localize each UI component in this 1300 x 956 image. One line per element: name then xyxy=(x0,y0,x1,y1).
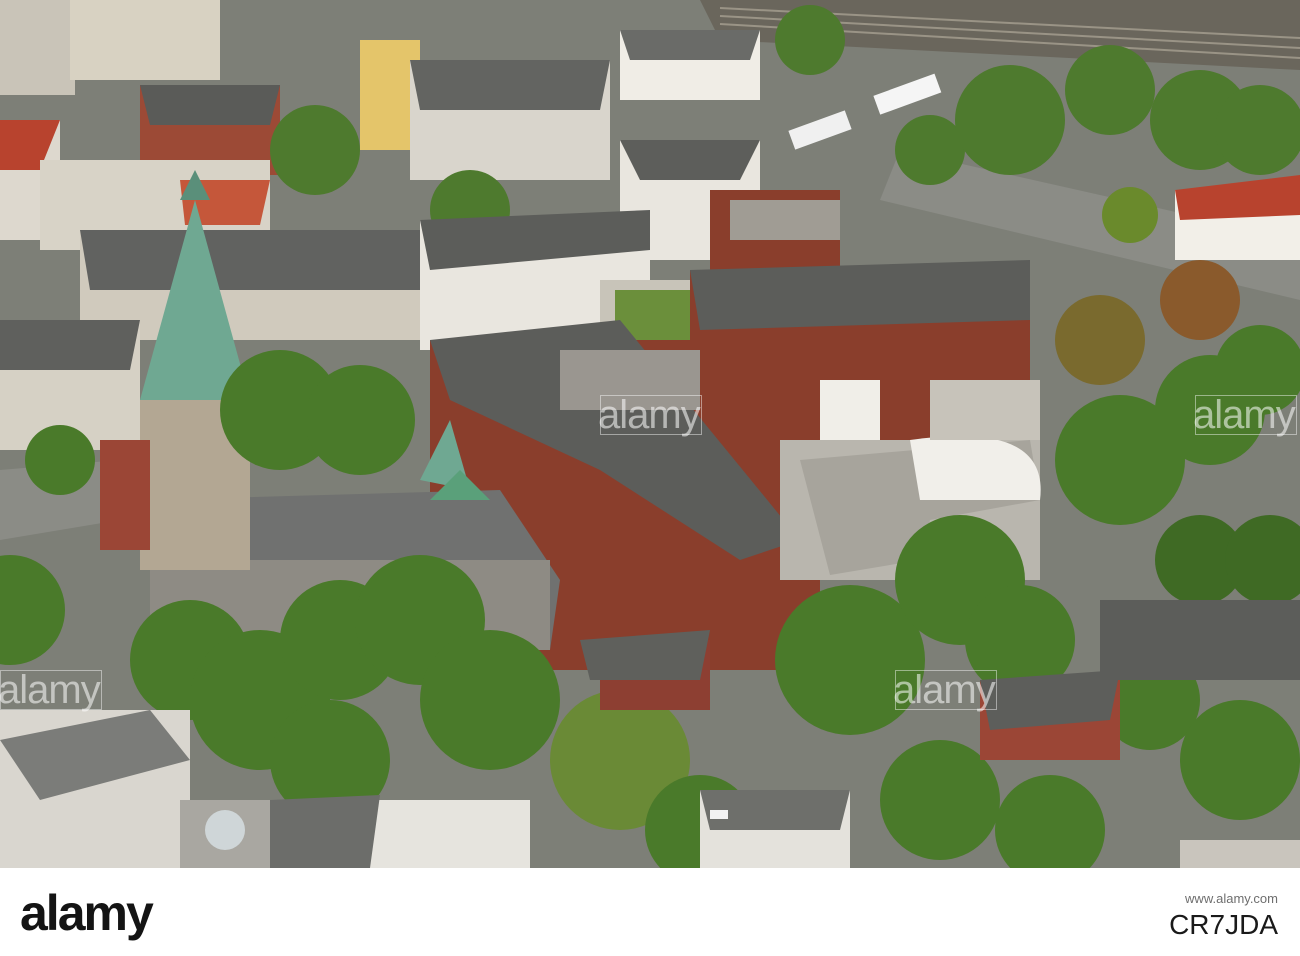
watermark-text: alamy xyxy=(598,393,701,437)
aerial-photo: alamy alamy alamy alamy xyxy=(0,0,1300,868)
watermark-text: alamy xyxy=(0,668,101,712)
stock-photo-page: alamy alamy alamy alamy alamy www.alamy.… xyxy=(0,0,1300,956)
watermark-text: alamy xyxy=(1193,393,1296,437)
image-id: CR7JDA xyxy=(1169,909,1278,940)
footer-bar: alamy www.alamy.com CR7JDA xyxy=(0,868,1300,956)
footer-meta: www.alamy.com CR7JDA xyxy=(1169,888,1278,940)
alamy-logo: alamy xyxy=(20,885,154,941)
watermark-text: alamy xyxy=(893,668,996,712)
image-id-label: www.alamy.com xyxy=(1185,891,1278,906)
